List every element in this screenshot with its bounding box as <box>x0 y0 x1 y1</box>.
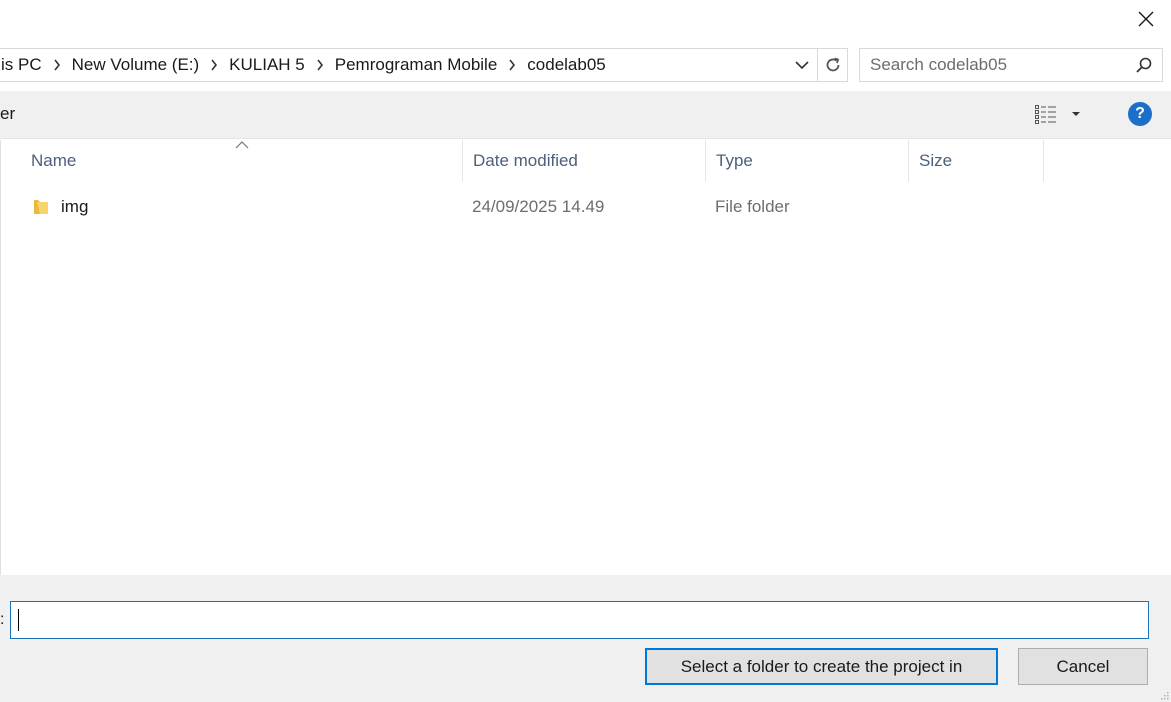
dialog-title-bar <box>0 0 1171 40</box>
caret-down-icon <box>1072 112 1080 116</box>
breadcrumb: is PC New Volume (E:) KULIAH 5 Pemrogram… <box>0 49 787 81</box>
file-name-cell: img <box>31 192 88 222</box>
close-icon <box>1138 11 1154 27</box>
dialog-footer: : Select a folder to create the project … <box>0 575 1171 702</box>
chevron-right-icon[interactable] <box>48 49 66 81</box>
breadcrumb-item-this-pc[interactable]: is PC <box>0 49 48 81</box>
folder-icon <box>31 196 53 218</box>
file-list: Name Date modified Type Size img 24/09/2… <box>0 140 1171 575</box>
new-folder-button[interactable]: er <box>0 104 15 124</box>
search-box[interactable] <box>859 48 1163 82</box>
change-view-button[interactable] <box>1034 101 1090 129</box>
address-bar[interactable]: is PC New Volume (E:) KULIAH 5 Pemrogram… <box>0 48 848 82</box>
text-cursor <box>18 609 19 631</box>
table-row[interactable]: img 24/09/2025 14.49 File folder <box>1 192 1043 222</box>
breadcrumb-item-kuliah[interactable]: KULIAH 5 <box>223 49 311 81</box>
date-modified-cell: 24/09/2025 14.49 <box>472 197 605 216</box>
column-header-size[interactable]: Size <box>909 140 1044 182</box>
breadcrumb-item-codelab05[interactable]: codelab05 <box>521 49 611 81</box>
address-history-dropdown[interactable] <box>787 49 817 81</box>
chevron-right-icon[interactable] <box>503 49 521 81</box>
search-input[interactable] <box>860 55 1126 75</box>
refresh-button[interactable] <box>817 49 847 81</box>
select-folder-button[interactable]: Select a folder to create the project in <box>645 648 998 685</box>
column-header-type[interactable]: Type <box>706 140 909 182</box>
cancel-button[interactable]: Cancel <box>1018 648 1148 685</box>
filename-field[interactable] <box>10 601 1149 639</box>
column-header-name[interactable]: Name <box>21 140 463 182</box>
resize-grip-icon[interactable] <box>1159 690 1169 700</box>
breadcrumb-item-new-volume[interactable]: New Volume (E:) <box>66 49 206 81</box>
filename-label: : <box>0 611 5 628</box>
chevron-down-icon <box>795 61 809 70</box>
close-button[interactable] <box>1133 6 1159 32</box>
chevron-right-icon[interactable] <box>311 49 329 81</box>
command-bar: er ? <box>0 91 1171 139</box>
file-name: img <box>61 197 89 216</box>
search-button[interactable] <box>1126 49 1162 81</box>
chevron-right-icon[interactable] <box>205 49 223 81</box>
help-button[interactable]: ? <box>1128 102 1152 126</box>
filename-input[interactable] <box>11 602 1148 638</box>
type-cell: File folder <box>715 197 790 216</box>
column-header-date-modified[interactable]: Date modified <box>463 140 706 182</box>
refresh-icon <box>826 57 839 72</box>
details-view-icon <box>1035 105 1056 124</box>
breadcrumb-item-pemrograman-mobile[interactable]: Pemrograman Mobile <box>329 49 504 81</box>
search-icon <box>1136 57 1152 73</box>
